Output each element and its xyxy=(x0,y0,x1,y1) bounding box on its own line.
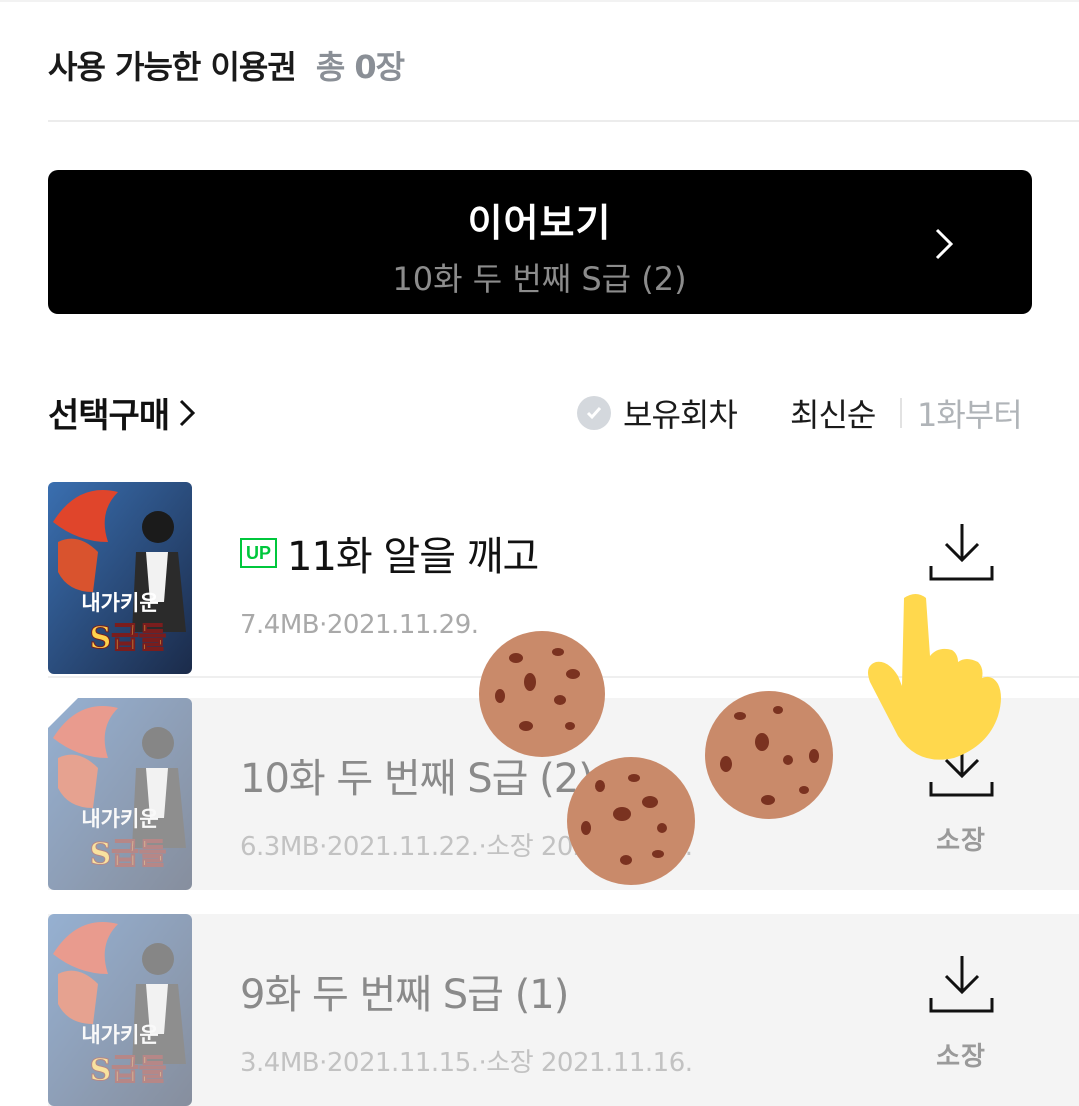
episode-thumbnail: 내가키운 S급들 xyxy=(48,914,192,1106)
svg-text:내가키운: 내가키운 xyxy=(81,806,158,831)
episode-meta: 7.4MB·2021.11.29. xyxy=(240,610,479,640)
continue-reading-episode: 10화 두 번째 S급 (2) xyxy=(392,260,687,298)
episode-row[interactable]: 내가키운 S급들 9화 두 번째 S급 (1) 3.4MB·2021.11.15… xyxy=(48,914,1079,1106)
chevron-right-icon xyxy=(935,228,954,260)
check-icon xyxy=(577,396,611,430)
episode-thumbnail: 내가키운 S급들 xyxy=(48,482,192,674)
cookie-icon[interactable] xyxy=(704,690,834,820)
cookie-icon[interactable] xyxy=(478,630,606,758)
select-purchase-link[interactable]: 선택구매 xyxy=(48,388,201,437)
svg-text:S급들: S급들 xyxy=(90,1053,167,1088)
sort-first-button[interactable]: 1화부터 xyxy=(917,390,1023,436)
svg-text:S급들: S급들 xyxy=(90,621,167,656)
svg-text:S급들: S급들 xyxy=(90,837,167,872)
episode-title: 11화 알을 깨고 xyxy=(287,534,539,580)
download-icon[interactable] xyxy=(928,954,998,1016)
chevron-right-icon xyxy=(180,399,196,426)
sort-latest-button[interactable]: 최신순 xyxy=(790,390,876,436)
svg-text:내가키운: 내가키운 xyxy=(81,1022,158,1047)
top-border xyxy=(0,0,1079,2)
owned-episodes-filter[interactable]: 보유회차 xyxy=(577,390,738,436)
up-badge: UP xyxy=(240,538,278,568)
owned-episodes-label: 보유회차 xyxy=(623,396,738,434)
svg-text:내가키운: 내가키운 xyxy=(81,590,158,615)
download-icon[interactable] xyxy=(928,522,998,584)
owned-corner-fold xyxy=(48,698,78,728)
continue-reading-title: 이어보기 xyxy=(467,201,612,245)
select-purchase-label: 선택구매 xyxy=(48,396,170,436)
episode-title: 9화 두 번째 S급 (1) xyxy=(240,972,569,1018)
ticket-label: 사용 가능한 이용권 xyxy=(48,48,297,86)
owned-status: 소장 xyxy=(936,826,986,856)
sort-divider xyxy=(900,398,902,428)
ticket-summary: 사용 가능한 이용권 총 0장 xyxy=(48,40,405,90)
owned-status: 소장 xyxy=(936,1042,986,1072)
cookie-icon[interactable] xyxy=(566,756,696,886)
section-divider xyxy=(48,120,1079,122)
tap-hand-icon xyxy=(868,594,1001,760)
ticket-count: 총 0장 xyxy=(315,48,405,86)
episode-meta: 3.4MB·2021.11.15.·소장 2021.11.16. xyxy=(240,1048,693,1078)
